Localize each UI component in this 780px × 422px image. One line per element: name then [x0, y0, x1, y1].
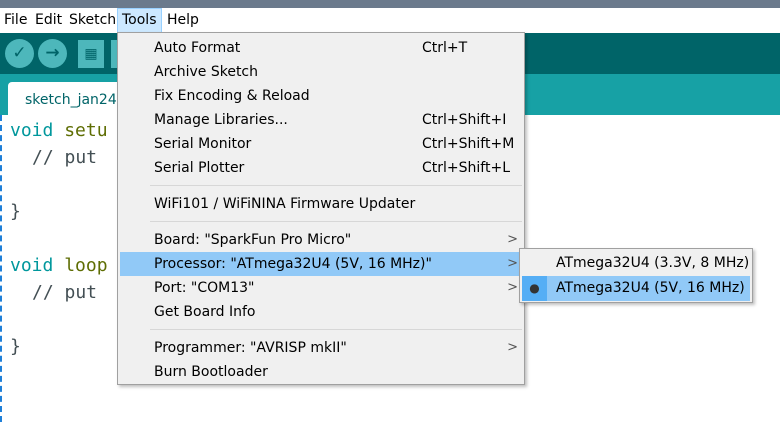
menu-item-burn-bootloader[interactable]: Burn Bootloader	[120, 360, 522, 384]
menu-item-auto-format[interactable]: Auto Format Ctrl+T	[120, 36, 522, 60]
code-line: }	[10, 201, 21, 222]
menu-item-manage-libraries[interactable]: Manage Libraries... Ctrl+Shift+I	[120, 108, 522, 132]
check-icon: ✓	[12, 43, 27, 63]
menu-sketch[interactable]: Sketch	[65, 8, 120, 33]
tools-menu: Auto Format Ctrl+T Archive Sketch Fix Enc…	[117, 32, 525, 385]
menu-item-firmware-updater[interactable]: WiFi101 / WiFiNINA Firmware Updater	[120, 192, 522, 216]
upload-button[interactable]: →	[38, 39, 67, 68]
menu-item-fix-encoding[interactable]: Fix Encoding & Reload	[120, 84, 522, 108]
code-line: // put	[32, 282, 98, 303]
verify-button[interactable]: ✓	[5, 39, 34, 68]
code-line: }	[10, 336, 21, 357]
menu-item-serial-plotter[interactable]: Serial Plotter Ctrl+Shift+L	[120, 156, 522, 180]
menu-edit[interactable]: Edit	[31, 8, 66, 33]
submenu-item-3v3-8mhz[interactable]: ATmega32U4 (3.3V, 8 MHz)	[522, 251, 750, 276]
new-file-icon: ▦	[84, 46, 98, 62]
arrow-right-icon: →	[45, 43, 60, 63]
menu-bar: File Edit Sketch Tools Help	[0, 8, 780, 33]
menu-item-programmer[interactable]: Programmer: "AVRISP mkII" >	[120, 336, 522, 360]
code-line: void setu	[10, 120, 108, 141]
menu-separator	[150, 329, 522, 330]
radio-selected-icon: ●	[522, 276, 547, 301]
menu-help[interactable]: Help	[163, 8, 203, 33]
menu-item-get-board-info[interactable]: Get Board Info	[120, 300, 522, 324]
menu-item-serial-monitor[interactable]: Serial Monitor Ctrl+Shift+M	[120, 132, 522, 156]
chevron-right-icon: >	[507, 256, 518, 271]
code-line: void loop	[10, 255, 108, 276]
menu-tools[interactable]: Tools	[117, 8, 162, 33]
title-bar	[0, 0, 780, 8]
submenu-item-5v-16mhz[interactable]: ● ATmega32U4 (5V, 16 MHz)	[522, 276, 750, 301]
menu-item-board[interactable]: Board: "SparkFun Pro Micro" >	[120, 228, 522, 252]
menu-item-processor[interactable]: Processor: "ATmega32U4 (5V, 16 MHz)" >	[120, 252, 522, 276]
chevron-right-icon: >	[507, 232, 518, 247]
menu-file[interactable]: File	[0, 8, 31, 33]
menu-separator	[150, 185, 522, 186]
menu-item-port[interactable]: Port: "COM13" >	[120, 276, 522, 300]
chevron-right-icon: >	[507, 280, 518, 295]
menu-item-archive-sketch[interactable]: Archive Sketch	[120, 60, 522, 84]
menu-separator	[150, 221, 522, 222]
tab-sketch[interactable]: sketch_jan24a	[8, 82, 125, 115]
new-button[interactable]: ▦	[78, 40, 104, 68]
chevron-right-icon: >	[507, 340, 518, 355]
processor-submenu: ATmega32U4 (3.3V, 8 MHz) ● ATmega32U4 (5V…	[519, 248, 753, 303]
code-line: // put	[32, 147, 98, 168]
